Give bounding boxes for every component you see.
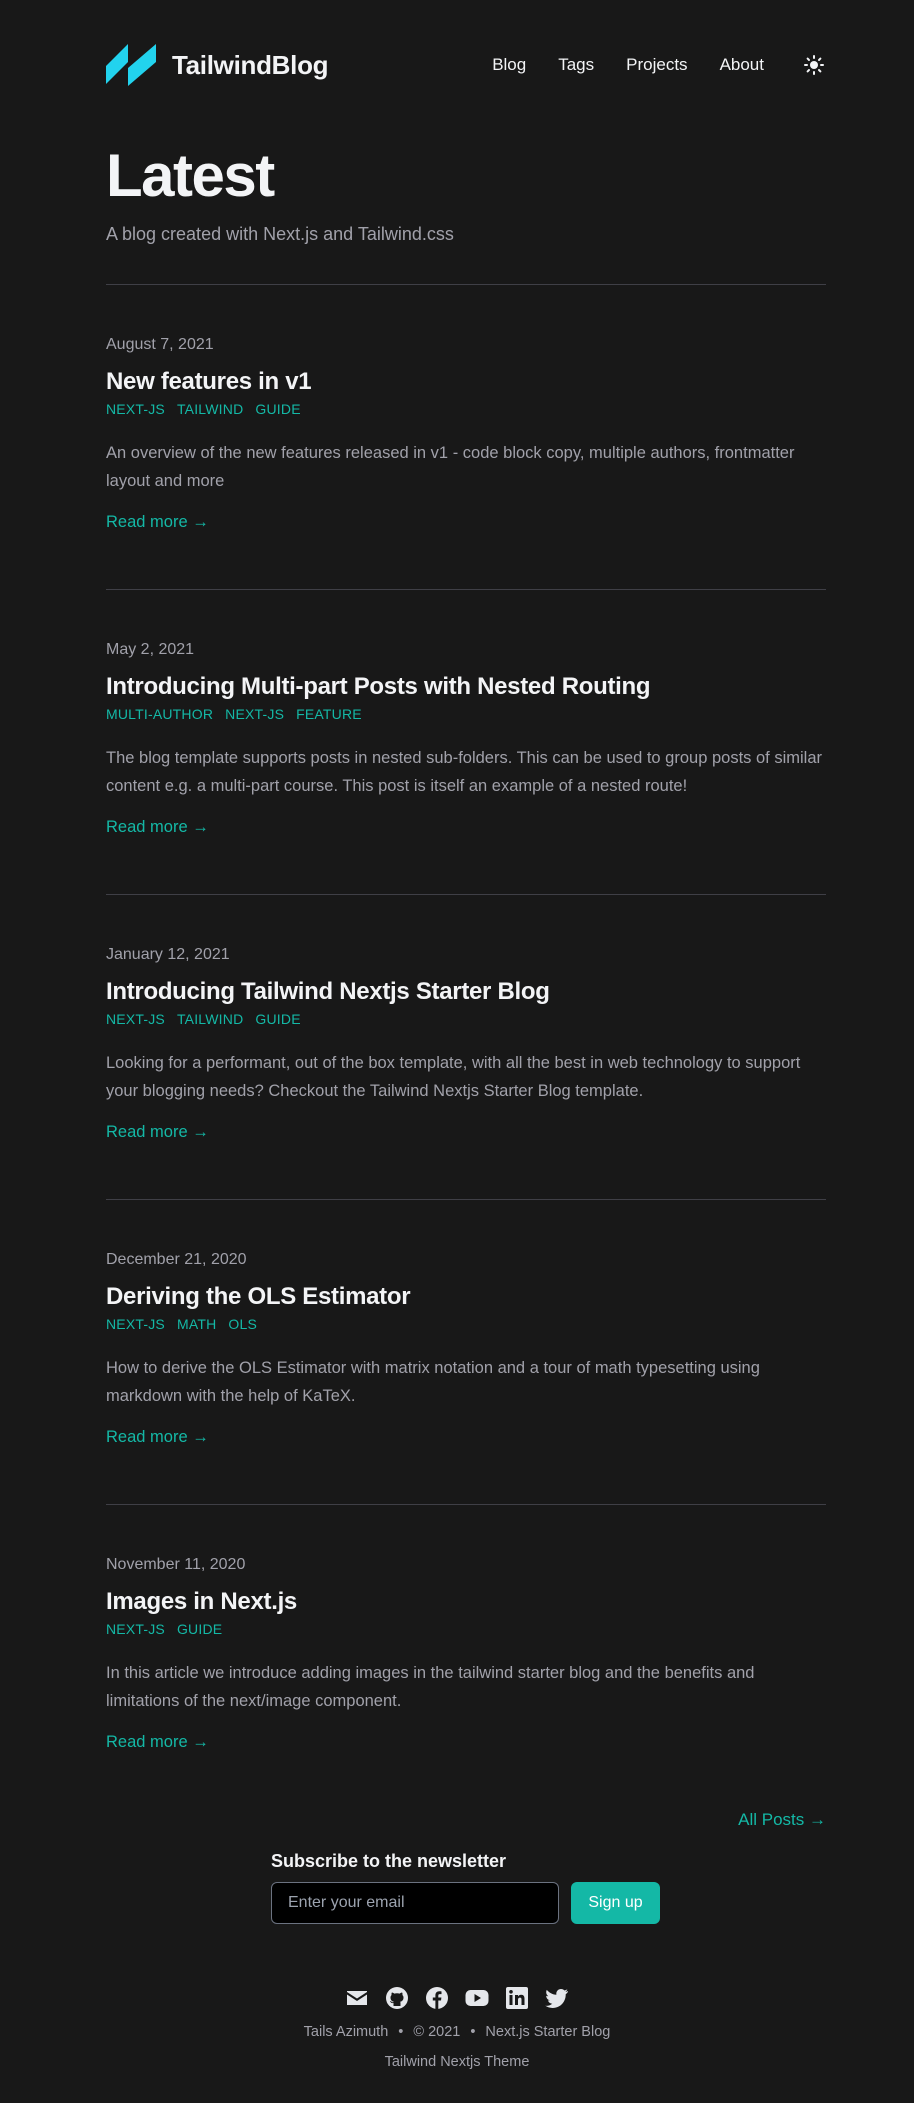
divider [106,1504,826,1505]
post-item: December 21, 2020 Deriving the OLS Estim… [106,1248,826,1447]
footer-site-link[interactable]: Next.js Starter Blog [485,2024,610,2040]
signup-button[interactable]: Sign up [571,1882,660,1924]
post-tags: MULTI-AUTHOR NEXT-JS FEATURE [106,706,826,722]
read-more-link[interactable]: Read more → [106,1428,209,1447]
read-more-link[interactable]: Read more → [106,513,209,532]
tag-link[interactable]: NEXT-JS [106,401,165,417]
post-date: December 21, 2020 [106,1251,247,1268]
nav-about[interactable]: About [720,55,764,75]
post-tags: NEXT-JS TAILWIND GUIDE [106,1011,826,1027]
read-more-link[interactable]: Read more → [106,1733,209,1752]
facebook-icon[interactable] [425,1986,449,2010]
post-title-link[interactable]: Images in Next.js [106,1587,297,1617]
divider [106,284,826,285]
post-title-link[interactable]: Introducing Multi-part Posts with Nested… [106,672,651,702]
newsletter-form: Subscribe to the newsletter Sign up [271,1851,671,1924]
post-item: May 2, 2021 Introducing Multi-part Posts… [106,638,826,837]
post-date: August 7, 2021 [106,336,214,353]
github-icon[interactable] [385,1986,409,2010]
post-date: January 12, 2021 [106,946,230,963]
post-item: August 7, 2021 New features in v1 NEXT-J… [106,333,826,532]
footer-credits: Tails Azimuth • © 2021 • Next.js Starter… [0,2024,914,2040]
nav-projects[interactable]: Projects [626,55,687,75]
tag-link[interactable]: OLS [228,1316,257,1332]
tag-link[interactable]: GUIDE [177,1621,222,1637]
email-input[interactable] [271,1882,559,1924]
divider [106,894,826,895]
brand-name: TailwindBlog [172,49,329,80]
youtube-icon[interactable] [465,1986,489,2010]
divider [106,589,826,590]
nav-blog[interactable]: Blog [492,55,526,75]
site-header: TailwindBlog Blog Tags Projects About [106,40,826,90]
post-summary: In this article we introduce adding imag… [106,1664,755,1710]
tag-link[interactable]: NEXT-JS [225,706,284,722]
footer-copyright: © 2021 [413,2024,461,2040]
tag-link[interactable]: TAILWIND [177,1011,243,1027]
post-title-link[interactable]: Introducing Tailwind Nextjs Starter Blog [106,977,550,1007]
nav-tags[interactable]: Tags [558,55,594,75]
post-item: November 11, 2020 Images in Next.js NEXT… [106,1553,826,1752]
logo-icon [106,44,158,86]
post-summary: Looking for a performant, out of the box… [106,1054,801,1100]
post-summary: How to derive the OLS Estimator with mat… [106,1359,760,1405]
post-date: May 2, 2021 [106,641,195,658]
post-title-link[interactable]: Deriving the OLS Estimator [106,1282,411,1312]
twitter-icon[interactable] [545,1986,569,2010]
page-title: Latest [106,142,275,209]
tag-link[interactable]: NEXT-JS [106,1011,165,1027]
tag-link[interactable]: FEATURE [296,706,362,722]
post-summary: An overview of the new features released… [106,444,795,490]
post-item: January 12, 2021 Introducing Tailwind Ne… [106,943,826,1142]
footer-author: Tails Azimuth [303,2024,389,2040]
theme-toggle-sun-icon[interactable] [802,53,826,77]
divider [106,1199,826,1200]
footer-separator: • [398,2024,404,2040]
tag-link[interactable]: GUIDE [255,1011,300,1027]
brand-link[interactable]: TailwindBlog [106,44,329,86]
post-summary: The blog template supports posts in nest… [106,749,823,795]
post-tags: NEXT-JS GUIDE [106,1621,826,1637]
read-more-link[interactable]: Read more → [106,1123,209,1142]
footer-theme-link[interactable]: Tailwind Nextjs Theme [0,2054,914,2070]
footer-separator: • [470,2024,476,2040]
all-posts-link[interactable]: All Posts → [738,1810,826,1830]
linkedin-icon[interactable] [505,1986,529,2010]
read-more-link[interactable]: Read more → [106,818,209,837]
tag-link[interactable]: MULTI-AUTHOR [106,706,213,722]
post-date: November 11, 2020 [106,1556,246,1573]
main-nav: Blog Tags Projects About [460,53,826,77]
tag-link[interactable]: NEXT-JS [106,1316,165,1332]
newsletter-title: Subscribe to the newsletter [271,1851,507,1871]
tag-link[interactable]: NEXT-JS [106,1621,165,1637]
post-tags: NEXT-JS TAILWIND GUIDE [106,401,826,417]
tag-link[interactable]: MATH [177,1316,216,1332]
post-title-link[interactable]: New features in v1 [106,367,312,397]
social-links [0,1986,914,2010]
tag-link[interactable]: GUIDE [255,401,300,417]
mail-icon[interactable] [345,1986,369,2010]
tag-link[interactable]: TAILWIND [177,401,243,417]
post-tags: NEXT-JS MATH OLS [106,1316,826,1332]
page-subtitle: A blog created with Next.js and Tailwind… [106,224,454,244]
